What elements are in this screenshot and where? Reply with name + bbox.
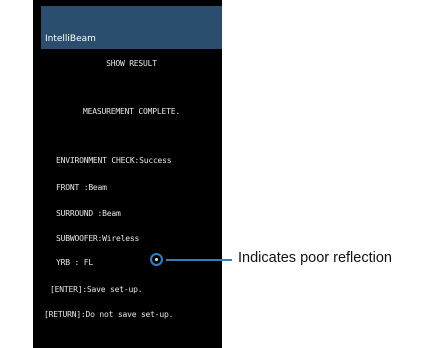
app-title: IntelliBeam: [45, 34, 96, 44]
result-subwoofer: SUBWOOFER:Wireless: [56, 234, 140, 243]
result-environment-check: ENVIRONMENT CHECK:Success: [56, 156, 172, 165]
poor-reflection-marker-icon: [150, 253, 163, 266]
callout-leader-line: [166, 259, 232, 261]
return-hint: [RETURN]:Do not save set-up.: [44, 310, 174, 319]
measurement-status: MEASUREMENT COMPLETE.: [83, 107, 180, 116]
enter-hint: [ENTER]:Save set-up.: [50, 285, 143, 294]
result-yrb: YRB : FL: [56, 258, 93, 267]
marker-dot: [155, 258, 158, 261]
result-surround: SURROUND :Beam: [56, 209, 121, 218]
title-bar: IntelliBeam: [41, 6, 222, 49]
annotated-screenshot: IntelliBeam SHOW RESULT MEASUREMENT COMP…: [0, 0, 445, 348]
screen-heading: SHOW RESULT: [106, 59, 157, 68]
callout-label: Indicates poor reflection: [238, 250, 392, 266]
result-front: FRONT :Beam: [56, 183, 107, 192]
tv-screen: [33, 0, 222, 348]
